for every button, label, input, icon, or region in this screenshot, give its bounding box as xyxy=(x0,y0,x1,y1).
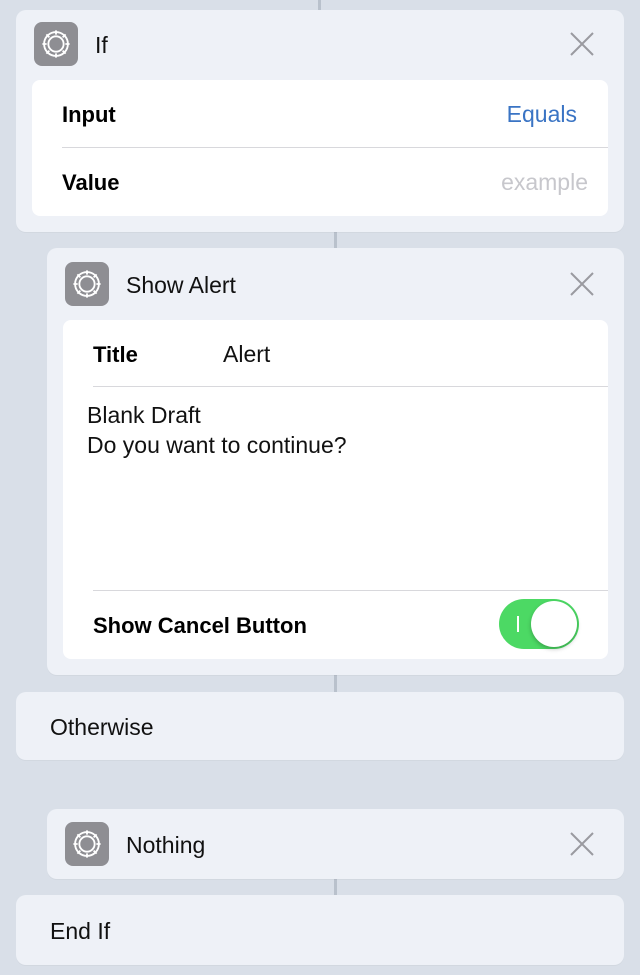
otherwise-card[interactable]: Otherwise xyxy=(16,692,624,760)
toggle-knob xyxy=(531,601,577,647)
flow-connector xyxy=(334,675,337,692)
title-label: Title xyxy=(93,342,138,367)
if-action-card[interactable]: If Input Equals Value example xyxy=(16,10,624,232)
end-if-card[interactable]: End If xyxy=(16,895,624,965)
nothing-action-card[interactable]: Nothing xyxy=(47,809,624,879)
message-line: Do you want to continue? xyxy=(87,432,347,458)
gear-icon xyxy=(65,262,109,306)
gear-icon xyxy=(65,822,109,866)
alert-title-field[interactable]: Alert xyxy=(223,341,270,368)
flow-connector xyxy=(334,879,337,895)
flow-connector xyxy=(318,0,321,10)
show-cancel-button-toggle[interactable] xyxy=(499,599,579,649)
close-icon[interactable] xyxy=(569,31,595,57)
divider xyxy=(93,590,608,591)
value-label: Value xyxy=(62,170,120,195)
show-alert-action-card[interactable]: Show Alert Title Alert Blank Draft Do yo… xyxy=(47,248,624,675)
if-parameters-panel: Input Equals Value example xyxy=(32,80,608,216)
close-icon[interactable] xyxy=(569,831,595,857)
otherwise-label: Otherwise xyxy=(50,714,154,740)
alert-parameters-panel: Title Alert Blank Draft Do you want to c… xyxy=(63,320,608,659)
gear-icon xyxy=(34,22,78,66)
show-cancel-button-label: Show Cancel Button xyxy=(93,613,307,638)
input-label: Input xyxy=(62,102,116,127)
show-alert-header: Show Alert xyxy=(47,248,624,318)
end-if-label: End If xyxy=(50,918,111,944)
divider xyxy=(93,386,608,387)
flow-connector xyxy=(334,232,337,248)
toggle-on-indicator xyxy=(517,616,519,632)
nothing-action-title: Nothing xyxy=(126,832,206,858)
close-icon[interactable] xyxy=(569,271,595,297)
show-alert-title: Show Alert xyxy=(126,272,236,298)
divider xyxy=(62,147,608,148)
message-line: Blank Draft xyxy=(87,402,201,428)
value-field[interactable]: example xyxy=(501,169,588,196)
input-condition-value[interactable]: Equals xyxy=(507,101,577,128)
alert-message-field[interactable]: Blank Draft Do you want to continue? xyxy=(87,400,587,580)
if-action-title: If xyxy=(95,32,108,58)
if-action-header: If xyxy=(16,10,624,80)
